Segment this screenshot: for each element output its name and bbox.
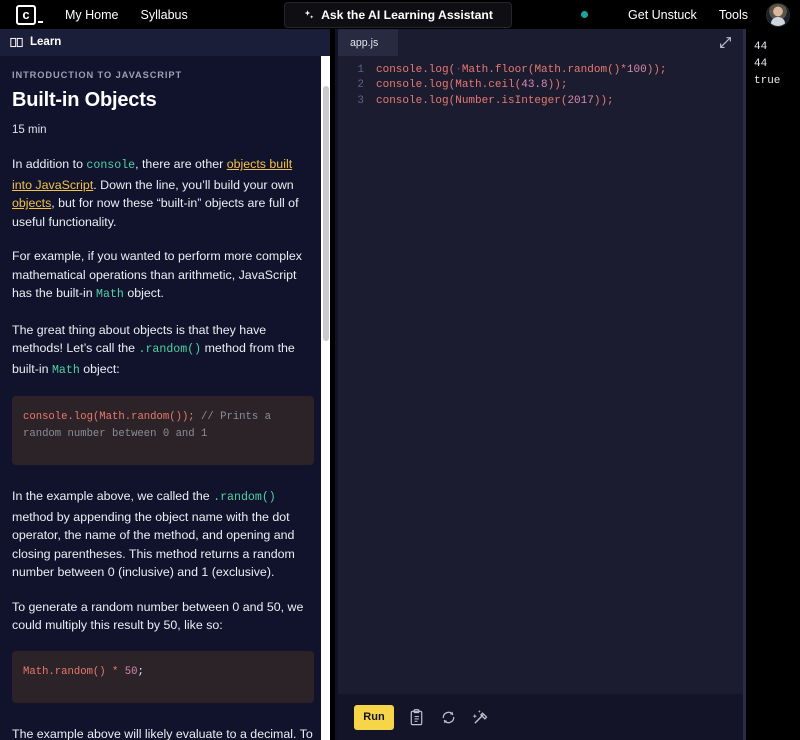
code-token: )); [548,79,568,91]
code-line[interactable]: 1console.log(·Math.floor(Math.random()*1… [338,63,743,78]
p1-text-b: , there are other [135,157,227,171]
p1-inline-code-console: console [86,159,135,172]
nav-right-group: Get Unstuck Tools [581,0,790,29]
paragraph-1: In addition to console, there are other … [12,155,314,231]
line-number: 3 [338,94,376,109]
p4-inline-code-random: .random() [213,491,276,504]
learn-tab-bar[interactable]: Learn [0,29,330,56]
paragraph-2: For example, if you wanted to perform mo… [12,247,314,305]
output-line: 44 [754,39,800,56]
code-token: Math.random() [534,64,620,76]
code-line[interactable]: 3console.log(Number.isInteger(2017)); [338,94,743,109]
p1-text-d: , but for now these “built-in” objects a… [12,196,299,229]
file-tab-label: app.js [350,37,378,49]
learn-scrollbar-track[interactable] [321,56,330,740]
paragraph-4: In the example above, we called the .ran… [12,487,314,582]
lesson-title: Built-in Objects [12,89,314,112]
paragraph-6: The example above will likely evaluate t… [12,725,314,740]
learn-tab-label: Learn [30,36,61,48]
code-token: Number.isInteger( [455,95,567,107]
code-line[interactable]: 2console.log(Math.ceil(43.8)); [338,78,743,93]
code-token: 43.8 [521,79,547,91]
nav-left-group: c My Home Syllabus [0,5,188,25]
code-token: · [455,64,462,76]
p1-text-c: . Down the line, you’ll build your own [93,178,293,192]
code-line-text: console.log(Number.isInteger(2017)); [376,94,614,109]
format-magic-wand-icon[interactable] [471,708,490,727]
code-token: 2017 [567,95,593,107]
learn-panel: Learn INTRODUCTION TO JAVASCRIPT Built-i… [0,29,330,740]
paragraph-3: The great thing about objects is that th… [12,321,314,381]
learn-scrollbar-thumb[interactable] [323,86,329,341]
codecademy-logo[interactable]: c [16,5,43,25]
file-tab-app-js[interactable]: app.js [338,29,398,56]
line-number: 1 [338,63,376,78]
sparkle-icon [303,9,315,21]
lesson-duration: 15 min [12,124,314,136]
code-editor-panel: app.js 1console.log(·Math.floor(Math.ran… [338,29,743,740]
online-status-dot [581,11,588,18]
cb2-semicolon: ; [137,666,143,678]
code-token: 100 [627,64,647,76]
cb1-console: console [23,411,68,423]
p3-inline-code-random: .random() [139,343,202,356]
run-button[interactable]: Run [354,705,394,730]
p6-text-a: The example above will likely evaluate t… [12,727,313,740]
editor-tab-bar: app.js [338,29,743,56]
cb1-call: .log(Math.random()); [68,411,195,423]
p2-text-b: object. [124,286,164,300]
code-line-text: console.log(Math.ceil(43.8)); [376,78,567,93]
code-line-text: console.log(·Math.floor(Math.random()*10… [376,63,667,78]
code-block-1: console.log(Math.random()); // Prints a … [12,396,314,465]
code-token: console.log( [376,95,455,107]
nav-link-my-home[interactable]: My Home [65,8,118,22]
output-line: true [754,73,800,90]
code-token: Math.ceil( [455,79,521,91]
output-console-panel: 4444true [746,29,800,740]
lesson-content: INTRODUCTION TO JAVASCRIPT Built-in Obje… [0,56,330,740]
cb2-number: 50 [125,666,138,678]
code-token: Math.floor( [462,64,535,76]
clipboard-icon[interactable] [407,708,426,727]
ask-ai-learning-assistant-button[interactable]: Ask the AI Learning Assistant [284,2,512,28]
nav-link-tools[interactable]: Tools [719,8,748,22]
p4-text-a: In the example above, we called the [12,489,213,503]
code-block-2: Math.random() * 50; [12,651,314,703]
logo-letter: c [16,5,36,25]
nav-link-syllabus[interactable]: Syllabus [140,8,187,22]
course-kicker: INTRODUCTION TO JAVASCRIPT [12,70,314,80]
output-line: 44 [754,56,800,73]
cb2-operator: * [106,666,125,678]
reset-icon[interactable] [439,708,458,727]
p3-inline-code-math: Math [52,364,80,377]
paragraph-5: To generate a random number between 0 an… [12,598,314,635]
code-editor-text-area[interactable]: 1console.log(·Math.floor(Math.random()*1… [338,56,743,109]
line-number: 2 [338,78,376,93]
editor-action-bar: Run [338,694,743,740]
p3-text-c: object: [80,362,120,376]
p4-text-b: method by appending the object name with… [12,510,295,580]
top-navigation-bar: c My Home Syllabus Ask the AI Learning A… [0,0,800,29]
code-token: * [620,64,627,76]
user-avatar[interactable] [766,3,790,27]
cb2-math-random: Math.random() [23,666,106,678]
p2-inline-code-math: Math [96,288,124,301]
code-token: )); [594,95,614,107]
code-token: console.log( [376,64,455,76]
p1-link-objects[interactable]: objects [12,196,51,210]
expand-editor-icon[interactable] [718,35,733,50]
nav-link-get-unstuck[interactable]: Get Unstuck [628,8,697,22]
code-token: )); [647,64,667,76]
p1-text-a: In addition to [12,157,86,171]
book-icon [10,36,23,49]
code-token: console.log( [376,79,455,91]
logo-underscore-icon [38,21,43,23]
ask-ai-label: Ask the AI Learning Assistant [321,8,493,22]
